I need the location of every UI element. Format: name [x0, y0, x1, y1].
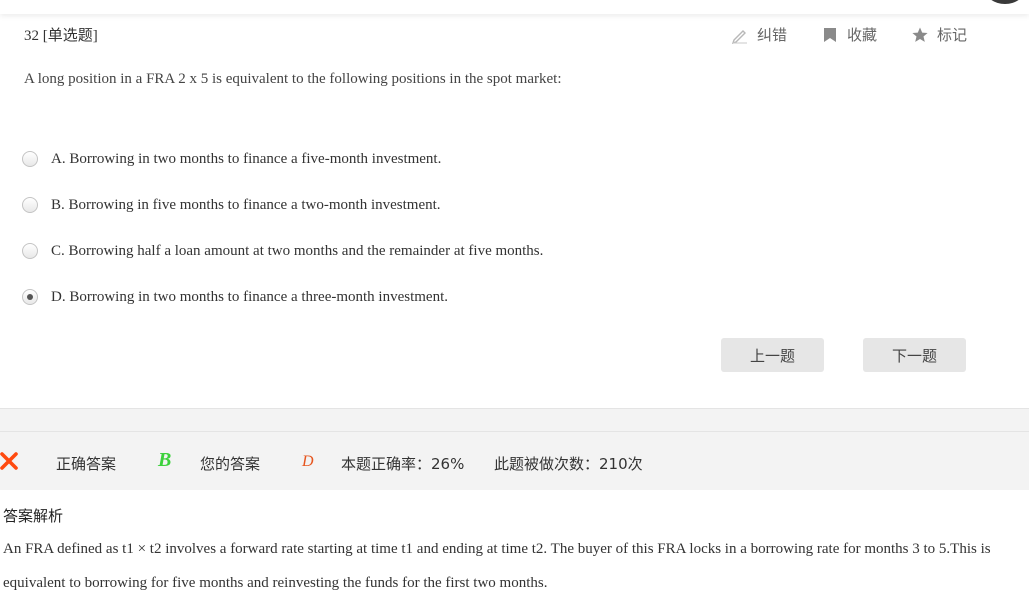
answer-options: A. Borrowing in two months to finance a … — [22, 136, 543, 320]
mark-button[interactable]: 标记 — [911, 24, 967, 45]
option-d-radio[interactable] — [22, 289, 38, 305]
option-a[interactable]: A. Borrowing in two months to finance a … — [22, 136, 543, 182]
option-c-label: C. Borrowing half a loan amount at two m… — [51, 242, 544, 259]
option-a-label: A. Borrowing in two months to finance a … — [51, 150, 442, 167]
correct-answer-value: B — [158, 449, 172, 471]
question-text: A long position in a FRA 2 x 5 is equiva… — [24, 71, 562, 87]
section-divider — [0, 408, 1029, 432]
your-answer-value: D — [302, 453, 314, 470]
next-question-button[interactable]: 下一题 — [863, 338, 966, 372]
favorite-button[interactable]: 收藏 — [821, 24, 877, 45]
bookmark-icon — [821, 26, 839, 44]
question-card: 32 [单选题] 纠错 收藏 标记 A long position in a F… — [0, 0, 1029, 408]
option-b[interactable]: B. Borrowing in five months to finance a… — [22, 182, 543, 228]
star-icon — [911, 26, 929, 44]
option-d-label: D. Borrowing in two months to finance a … — [51, 288, 449, 305]
option-c-radio[interactable] — [22, 243, 38, 259]
cross-icon — [0, 452, 18, 474]
your-answer-label: 您的答案 — [200, 455, 261, 473]
option-c[interactable]: C. Borrowing half a loan amount at two m… — [22, 228, 543, 274]
prev-question-button[interactable]: 上一题 — [721, 338, 824, 372]
option-b-radio[interactable] — [22, 197, 38, 213]
analysis-title: 答案解析 — [3, 507, 64, 525]
correct-answer-label: 正确答案 — [56, 455, 117, 473]
option-b-label: B. Borrowing in five months to finance a… — [51, 196, 441, 213]
question-header: 32 [单选题] — [24, 28, 98, 44]
report-error-button[interactable]: 纠错 — [731, 24, 787, 45]
mark-label: 标记 — [936, 26, 967, 44]
report-error-label: 纠错 — [756, 26, 787, 44]
accuracy-rate: 本题正确率：26% — [341, 455, 465, 473]
option-d[interactable]: D. Borrowing in two months to finance a … — [22, 274, 543, 320]
attempt-count: 此题被做次数：210次 — [494, 455, 643, 473]
favorite-label: 收藏 — [846, 26, 877, 44]
pencil-icon — [731, 26, 749, 44]
result-bar: 正确答案 B 您的答案 D 本题正确率：26% 此题被做次数：210次 — [0, 432, 1029, 490]
analysis-text: An FRA defined as t1 × t2 involves a for… — [3, 541, 991, 591]
top-bar — [0, 0, 1029, 14]
option-a-radio[interactable] — [22, 151, 38, 167]
question-actions: 纠错 收藏 标记 — [731, 24, 967, 45]
